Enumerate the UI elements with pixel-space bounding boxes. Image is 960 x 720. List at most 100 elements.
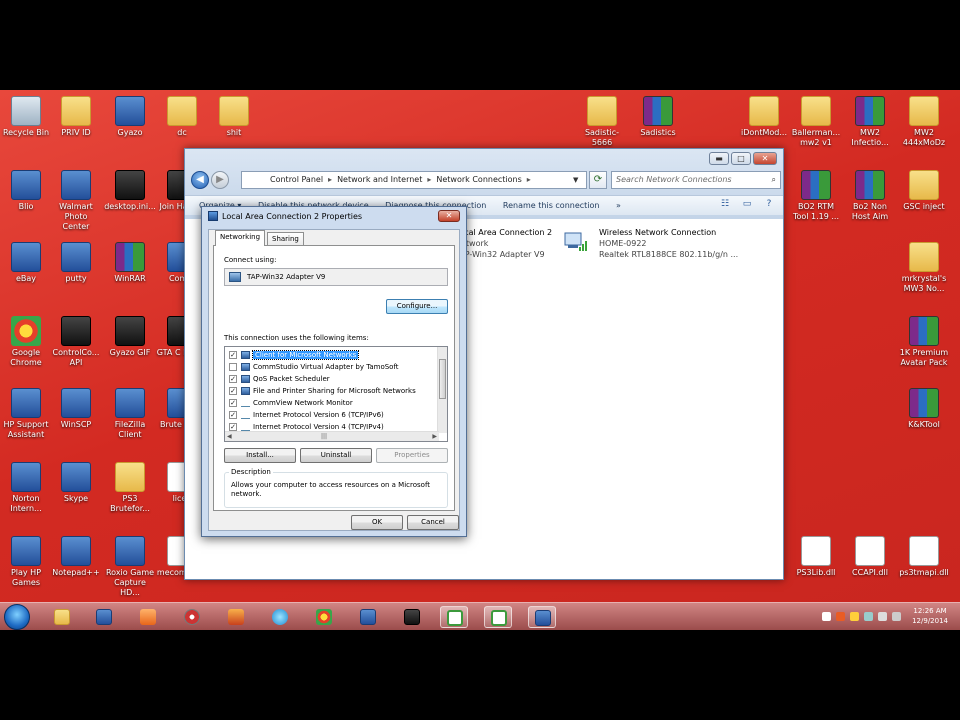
item-checkbox[interactable]: ✓ [229, 423, 237, 431]
list-item[interactable]: ✓ QoS Packet Scheduler [229, 373, 330, 385]
vertical-scrollbar[interactable] [437, 347, 447, 433]
desktop-icon[interactable]: HP Support Assistant [0, 388, 52, 440]
uninstall-button[interactable]: Uninstall [300, 448, 372, 463]
clock[interactable]: 12:26 AM 12/9/2014 [912, 606, 948, 626]
more-commands-button[interactable]: » [616, 201, 621, 210]
configure-button[interactable]: Configure... [386, 299, 448, 314]
tray-battery-icon[interactable] [864, 612, 873, 621]
item-checkbox[interactable]: ✓ [229, 399, 237, 407]
item-checkbox[interactable]: ✓ [229, 375, 237, 383]
help-icon[interactable]: ? [763, 198, 775, 210]
desktop-icon[interactable]: putty [50, 242, 102, 284]
taskbar-explorer[interactable] [48, 606, 76, 628]
desktop-icon[interactable]: 1K Premium Avatar Pack [898, 316, 950, 368]
item-checkbox[interactable]: ✓ [229, 387, 237, 395]
taskbar-camtasia-1[interactable] [440, 606, 468, 628]
taskbar-media[interactable] [134, 606, 162, 628]
forward-button[interactable]: ▶ [211, 171, 229, 189]
list-item[interactable]: ✓ Internet Protocol Version 6 (TCP/IPv6) [229, 409, 384, 421]
desktop-icon[interactable]: WinRAR [104, 242, 156, 284]
list-item[interactable]: CommStudio Virtual Adapter by TamoSoft [229, 361, 399, 373]
desktop-icon[interactable]: PS3Lib.dll [790, 536, 842, 578]
desktop-icon[interactable]: MW2 Infectio... [844, 96, 896, 148]
maximize-button[interactable]: □ [731, 152, 751, 165]
minimize-button[interactable]: ▬ [709, 152, 729, 165]
address-bar[interactable]: Control Panel ▸ Network and Internet ▸ Netwo… [241, 171, 587, 189]
ok-button[interactable]: OK [351, 515, 403, 530]
dialog-close-button[interactable]: ✕ [438, 210, 460, 222]
connection-local-area-2[interactable]: Local Area Connection 2 Network TAP-Win3… [455, 227, 552, 260]
taskbar-network-connections[interactable] [528, 606, 556, 628]
taskbar-camera[interactable] [398, 606, 426, 628]
desktop-icon[interactable]: MW2 444xMoDz [898, 96, 950, 148]
taskbar-chrome[interactable] [310, 606, 338, 628]
desktop-icon[interactable]: PRIV ID [50, 96, 102, 138]
cancel-button[interactable]: Cancel [407, 515, 459, 530]
desktop-icon[interactable]: ControlCo... API [50, 316, 102, 368]
desktop-icon[interactable]: Bo2 Non Host Aim [844, 170, 896, 222]
search-icon[interactable]: ⌕ [772, 172, 776, 188]
list-item[interactable]: ✓ File and Printer Sharing for Microsoft … [229, 385, 416, 397]
desktop-icon[interactable]: BO2 RTM Tool 1.19 ... [790, 170, 842, 222]
tab-networking[interactable]: Networking [215, 230, 266, 246]
desktop-icon[interactable]: Blio [0, 170, 52, 212]
taskbar-gyazo[interactable] [354, 606, 382, 628]
desktop-icon[interactable]: Skype [50, 462, 102, 504]
desktop-icon[interactable]: WinSCP [50, 388, 102, 430]
list-item[interactable]: ✓ Client for Microsoft Networks [229, 349, 360, 361]
desktop-icon[interactable]: FileZilla Client [104, 388, 156, 440]
desktop-icon[interactable]: GSC inject [898, 170, 950, 212]
tray-app-icon[interactable] [836, 612, 845, 621]
rename-button[interactable]: Rename this connection [503, 201, 600, 210]
desktop-icon[interactable]: Gyazo GIF [104, 316, 156, 358]
start-button[interactable] [4, 604, 30, 630]
properties-button[interactable]: Properties [376, 448, 448, 463]
tray-signal-icon[interactable] [878, 612, 887, 621]
item-checkbox[interactable]: ✓ [229, 411, 237, 419]
breadcrumb-control-panel[interactable]: Control Panel [270, 175, 323, 184]
desktop-icon[interactable]: shit [208, 96, 260, 138]
desktop-icon[interactable]: Norton Intern... [0, 462, 52, 514]
desktop-icon[interactable]: eBay [0, 242, 52, 284]
tab-sharing[interactable]: Sharing [267, 232, 304, 246]
desktop-icon[interactable]: Google Chrome [0, 316, 52, 368]
address-dropdown-icon[interactable]: ▼ [573, 172, 585, 188]
scroll-left-icon[interactable]: ◀ [227, 432, 232, 441]
desktop-icon[interactable]: PS3 Brutefor... [104, 462, 156, 514]
desktop-icon[interactable]: Ballerman... mw2 v1 [790, 96, 842, 148]
tray-show-hidden-icon[interactable] [822, 612, 831, 621]
search-input[interactable]: Search Network Connections ⌕ [611, 171, 781, 189]
taskbar-network[interactable] [90, 606, 118, 628]
taskbar-camtasia-2[interactable] [484, 606, 512, 628]
close-button[interactable]: ✕ [753, 152, 777, 165]
tray-volume-icon[interactable] [892, 612, 901, 621]
scroll-right-icon[interactable]: ▶ [432, 432, 437, 441]
desktop-icon[interactable]: Walmart Photo Center [50, 170, 102, 232]
breadcrumb-network-internet[interactable]: Network and Internet [337, 175, 422, 184]
desktop-icon[interactable]: Sadistic-5666 [576, 96, 628, 148]
back-button[interactable]: ◀ [191, 171, 209, 189]
tray-flag-icon[interactable] [850, 612, 859, 621]
taskbar-app-4[interactable] [178, 606, 206, 628]
desktop-icon[interactable]: desktop.ini... [104, 170, 156, 212]
desktop-icon[interactable]: Play HP Games [0, 536, 52, 588]
refresh-button[interactable]: ⟳ [589, 171, 607, 189]
desktop-icon[interactable]: dc [156, 96, 208, 138]
desktop-icon[interactable]: Roxio Game Capture HD... [104, 536, 156, 598]
desktop-icon[interactable]: ps3tmapi.dll [898, 536, 950, 578]
taskbar-app-6[interactable] [266, 606, 294, 628]
change-view-icon[interactable]: ☷ [719, 198, 731, 210]
scrollbar-thumb[interactable] [439, 359, 446, 399]
desktop-icon[interactable]: K&KTool [898, 388, 950, 430]
preview-pane-icon[interactable]: ▭ [741, 198, 753, 210]
desktop-icon[interactable]: iDontMod... [738, 96, 790, 138]
list-item[interactable]: ✓ CommView Network Monitor [229, 397, 353, 409]
breadcrumb-network-connections[interactable]: Network Connections [436, 175, 521, 184]
connection-wireless[interactable]: Wireless Network Connection HOME-0922 Re… [599, 227, 738, 260]
desktop-icon[interactable]: Sadistics [632, 96, 684, 138]
desktop-icon[interactable]: Notepad++ [50, 536, 102, 578]
item-checkbox[interactable]: ✓ [229, 351, 237, 359]
desktop-icon[interactable]: CCAPI.dll [844, 536, 896, 578]
desktop-icon[interactable]: Recycle Bin [0, 96, 52, 138]
taskbar-app-5[interactable] [222, 606, 250, 628]
